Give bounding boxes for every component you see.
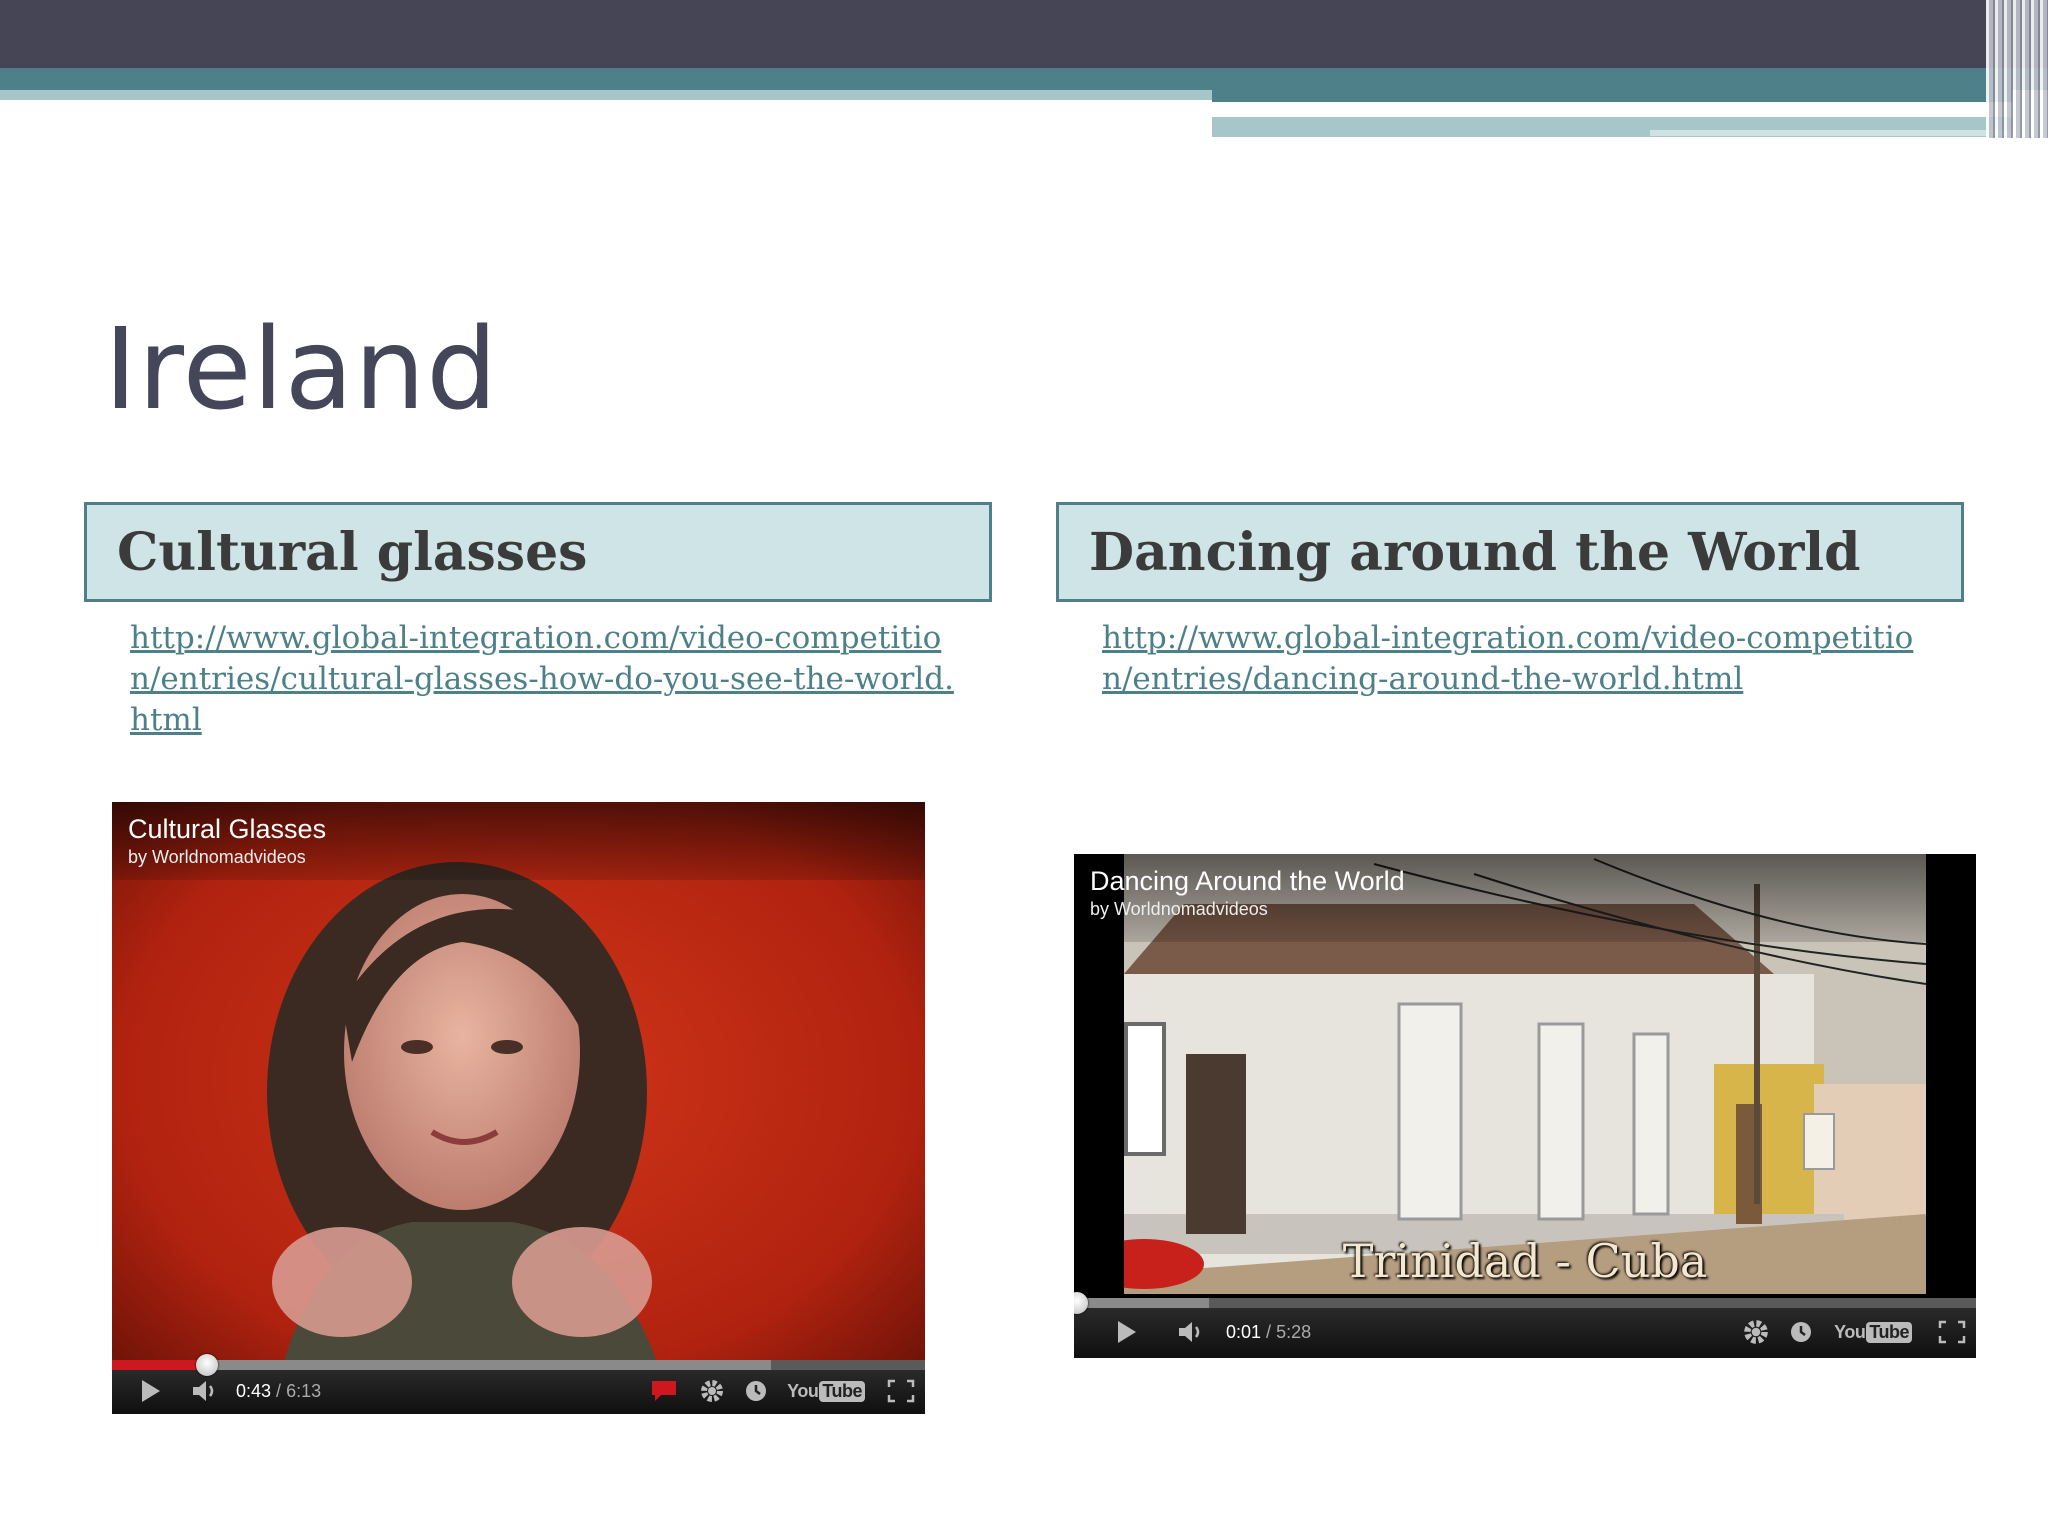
settings-icon[interactable]: [699, 1368, 725, 1414]
column-header-label: Dancing around the World: [1089, 521, 1861, 583]
time-separator: /: [271, 1380, 287, 1401]
video-byline: by Worldnomadvideos: [1090, 899, 1268, 919]
video-player-dancing-around-the-world[interactable]: Dancing Around the World by Worldnomadvi…: [1074, 854, 1976, 1358]
column-header-dancing-around-the-world: Dancing around the World: [1056, 502, 1964, 602]
youtube-logo[interactable]: You Tube: [787, 1368, 865, 1414]
watch-later-icon[interactable]: [1790, 1309, 1812, 1355]
player-controls: 0:43 / 6:13 You Tube: [112, 1354, 925, 1414]
annotation-icon[interactable]: [651, 1368, 677, 1414]
scrubber-handle[interactable]: [196, 1354, 219, 1376]
video-player-cultural-glasses[interactable]: Cultural Glasses by Worldnomadvideos 0:4…: [112, 802, 925, 1414]
slide-title: Ireland: [104, 305, 499, 435]
time-total: 6:13: [286, 1380, 322, 1401]
settings-icon[interactable]: [1742, 1309, 1770, 1355]
video-title-overlay: Dancing Around the World by Worldnomadvi…: [1074, 854, 1926, 942]
progress-bar[interactable]: [1074, 1292, 1976, 1314]
video-title: Dancing Around the World: [1090, 866, 1405, 896]
time-display: 0:43 / 6:13: [236, 1381, 321, 1402]
time-separator: /: [1261, 1321, 1277, 1342]
time-display: 0:01 / 5:28: [1226, 1322, 1311, 1343]
banner-stripes: [1986, 0, 2048, 138]
column-header-label: Cultural glasses: [117, 521, 588, 583]
video-frame-woman: [112, 802, 925, 1414]
play-icon[interactable]: [140, 1368, 162, 1414]
fullscreen-icon[interactable]: [1938, 1309, 1966, 1355]
video-link-dancing-around-the-world[interactable]: http://www.global-integration.com/video-…: [1102, 618, 1932, 700]
column-header-cultural-glasses: Cultural glasses: [84, 502, 992, 602]
youtube-logo[interactable]: You Tube: [1834, 1309, 1912, 1355]
buffer-bar: [1074, 1298, 1210, 1308]
youtube-logo-tube: Tube: [819, 1380, 865, 1402]
banner-right-teal-band: [1212, 90, 2012, 102]
video-link-cultural-glasses[interactable]: http://www.global-integration.com/video-…: [130, 618, 960, 741]
banner-teal-band: [0, 68, 2048, 90]
time-total: 5:28: [1276, 1321, 1312, 1342]
progress-bar[interactable]: [112, 1354, 925, 1376]
banner-light-band: [0, 90, 1212, 100]
youtube-logo-you: You: [787, 1380, 819, 1401]
progress-fill: [112, 1360, 208, 1370]
fullscreen-icon[interactable]: [887, 1368, 915, 1414]
youtube-logo-you: You: [1834, 1321, 1866, 1342]
time-current: 0:43: [236, 1380, 272, 1401]
youtube-logo-tube: Tube: [1866, 1321, 1912, 1343]
volume-icon[interactable]: [1178, 1309, 1206, 1355]
banner-right-accent: [1650, 130, 2012, 136]
time-current: 0:01: [1226, 1321, 1262, 1342]
video-title: Cultural Glasses: [128, 814, 327, 844]
banner-dark-band: [0, 0, 2048, 68]
video-title-overlay: Cultural Glasses by Worldnomadvideos: [112, 802, 925, 880]
video-byline: by Worldnomadvideos: [128, 847, 306, 867]
play-icon[interactable]: [1116, 1309, 1138, 1355]
watch-later-icon[interactable]: [745, 1368, 767, 1414]
player-controls: 0:01 / 5:28 You Tube: [1074, 1292, 1976, 1358]
scrubber-handle[interactable]: [1074, 1292, 1088, 1314]
video-caption: Trinidad - Cuba: [1342, 1234, 1708, 1288]
